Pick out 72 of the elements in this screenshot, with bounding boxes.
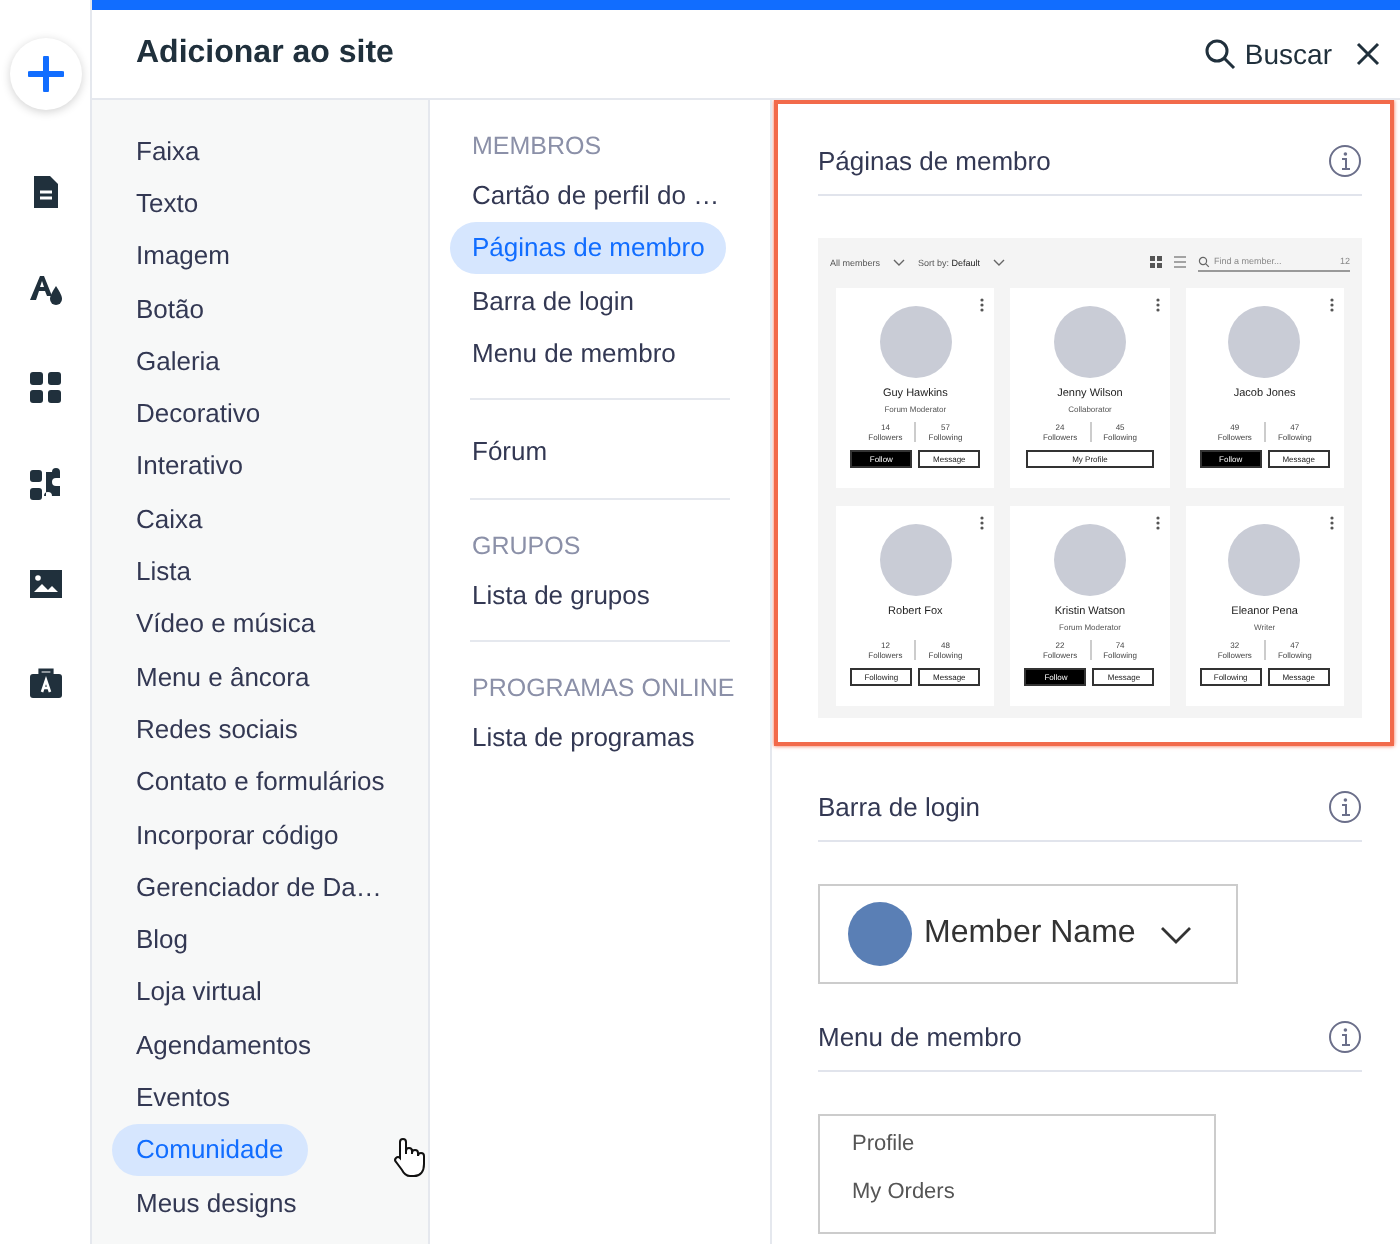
- design-icon: [27, 271, 63, 307]
- category-item[interactable]: Blog: [112, 912, 213, 966]
- panel-title: Adicionar ao site: [136, 36, 396, 72]
- menu-item[interactable]: My Orders: [852, 1180, 1182, 1204]
- element-item[interactable]: Barra de login: [450, 273, 656, 327]
- info-button[interactable]: [1328, 1020, 1362, 1054]
- category-item[interactable]: Loja virtual: [112, 965, 286, 1019]
- section-heading: PROGRAMAS ONLINE: [470, 672, 730, 707]
- search-button[interactable]: Buscar: [1204, 38, 1332, 70]
- more-options-icon: [1155, 516, 1160, 530]
- category-item[interactable]: Vídeo e música: [112, 597, 340, 650]
- more-options-icon: [1155, 298, 1160, 312]
- photo-placeholder: [1053, 306, 1126, 378]
- category-item[interactable]: Menu e âncora: [112, 649, 334, 703]
- info-button[interactable]: [1328, 144, 1362, 178]
- search-icon: [1204, 38, 1237, 70]
- chevron-down-icon: [892, 258, 907, 266]
- photo-placeholder: [1053, 524, 1126, 596]
- chevron-down-icon: [1159, 925, 1192, 943]
- grid-view-icon: [1150, 256, 1162, 268]
- photo-placeholder: [1228, 524, 1301, 596]
- category-item[interactable]: Gerenciador de Da…: [112, 860, 406, 913]
- avatar-placeholder: [848, 902, 912, 966]
- plus-icon: [27, 56, 63, 92]
- category-item[interactable]: Comunidade: [112, 1123, 308, 1176]
- category-item[interactable]: Eventos: [112, 1070, 254, 1124]
- info-icon: [1328, 1020, 1362, 1054]
- category-item[interactable]: Texto: [112, 176, 223, 230]
- element-item[interactable]: Cartão de perfil do …: [450, 168, 742, 222]
- preview-title: Menu de membro: [818, 1022, 1022, 1052]
- preview-title: Páginas de membro: [818, 146, 1051, 176]
- info-icon: [1328, 790, 1362, 824]
- element-item[interactable]: Menu de membro: [450, 326, 698, 379]
- photo-placeholder: [879, 306, 952, 378]
- chevron-down-icon: [992, 258, 1007, 266]
- add-button[interactable]: [9, 38, 81, 110]
- element-item[interactable]: Lista de grupos: [450, 568, 672, 621]
- category-item[interactable]: Botão: [112, 281, 228, 335]
- category-item[interactable]: Galeria: [112, 334, 244, 387]
- category-item[interactable]: Agendamentos: [112, 1018, 335, 1071]
- section-heading: GRUPOS: [470, 529, 583, 564]
- close-icon: [1356, 42, 1380, 66]
- info-button[interactable]: [1328, 790, 1362, 824]
- category-item[interactable]: Redes sociais: [112, 702, 322, 756]
- category-item[interactable]: Lista: [112, 544, 215, 598]
- category-item[interactable]: Interativo: [112, 439, 267, 493]
- search-icon: [1198, 255, 1210, 267]
- more-options-icon: [980, 516, 985, 530]
- section-heading: MEMBROS: [470, 130, 604, 164]
- category-item[interactable]: Caixa: [112, 492, 227, 545]
- category-item[interactable]: Decorativo: [112, 386, 285, 440]
- login-bar[interactable]: Member Name: [818, 884, 1238, 984]
- category-item[interactable]: Imagem: [112, 229, 254, 282]
- photo-placeholder: [1228, 306, 1301, 378]
- category-item[interactable]: Contato e formulários: [112, 755, 409, 808]
- menu-item[interactable]: Profile: [852, 1132, 1182, 1156]
- photo-placeholder: [879, 524, 952, 596]
- image-icon: [27, 565, 63, 601]
- briefcase-icon: [27, 663, 63, 699]
- category-item[interactable]: Faixa: [112, 124, 224, 177]
- more-options-icon: [980, 298, 985, 312]
- close-button[interactable]: [1356, 42, 1380, 66]
- preview-title: Barra de login: [818, 792, 980, 822]
- puzzle-icon: [27, 467, 63, 503]
- category-item[interactable]: Incorporar código: [112, 807, 363, 861]
- element-item[interactable]: Fórum: [450, 424, 570, 478]
- category-item[interactable]: Meus designs: [112, 1175, 321, 1229]
- element-item[interactable]: Lista de programas: [450, 711, 717, 764]
- element-item[interactable]: Páginas de membro: [450, 221, 727, 274]
- info-icon: [1328, 144, 1362, 178]
- list-view-icon: [1174, 256, 1186, 268]
- apps-grid-icon: [27, 369, 63, 405]
